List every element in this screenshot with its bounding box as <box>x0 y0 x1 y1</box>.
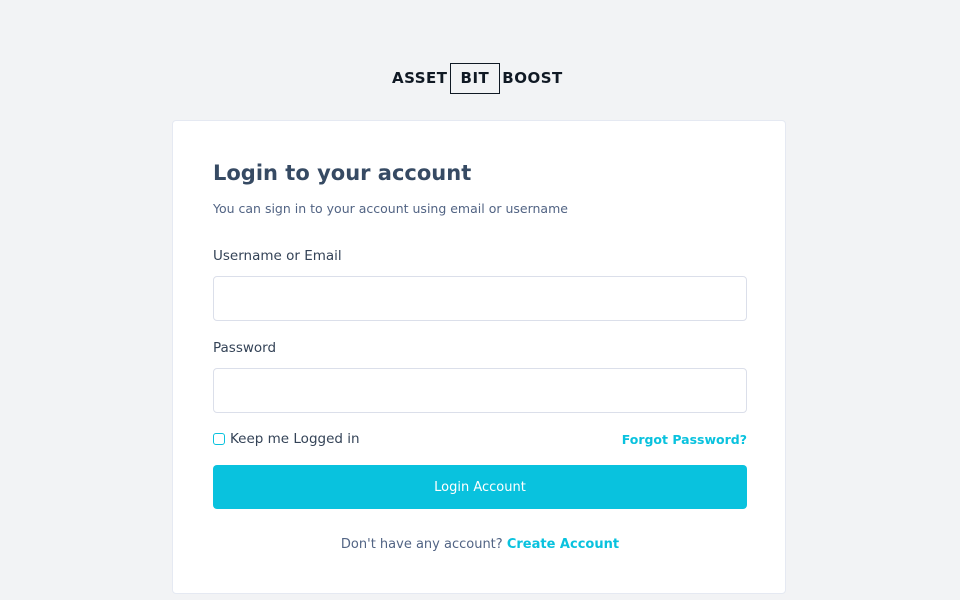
password-input[interactable] <box>213 368 747 413</box>
logo-text-asset: ASSET <box>392 68 448 87</box>
password-label: Password <box>213 340 277 356</box>
logo-text-boost: BOOST <box>502 68 563 87</box>
remember-me[interactable]: Keep me Logged in <box>213 431 360 447</box>
forgot-password-link[interactable]: Forgot Password? <box>622 432 747 447</box>
create-account-link[interactable]: Create Account <box>507 537 619 552</box>
signup-prompt: Don't have any account? Create Account <box>213 537 747 552</box>
logo-text-bit: BIT <box>449 62 501 94</box>
brand-logo: ASSET BIT BOOST <box>392 62 568 94</box>
login-card: Login to your account You can sign in to… <box>172 120 786 594</box>
username-label: Username or Email <box>213 248 342 264</box>
login-button[interactable]: Login Account <box>213 465 747 509</box>
remember-checkbox[interactable] <box>213 433 225 445</box>
page-subtitle: You can sign in to your account using em… <box>213 201 568 216</box>
page-title: Login to your account <box>213 161 472 185</box>
signup-prompt-text: Don't have any account? <box>340 537 503 552</box>
username-input[interactable] <box>213 276 747 321</box>
remember-label: Keep me Logged in <box>230 431 360 447</box>
